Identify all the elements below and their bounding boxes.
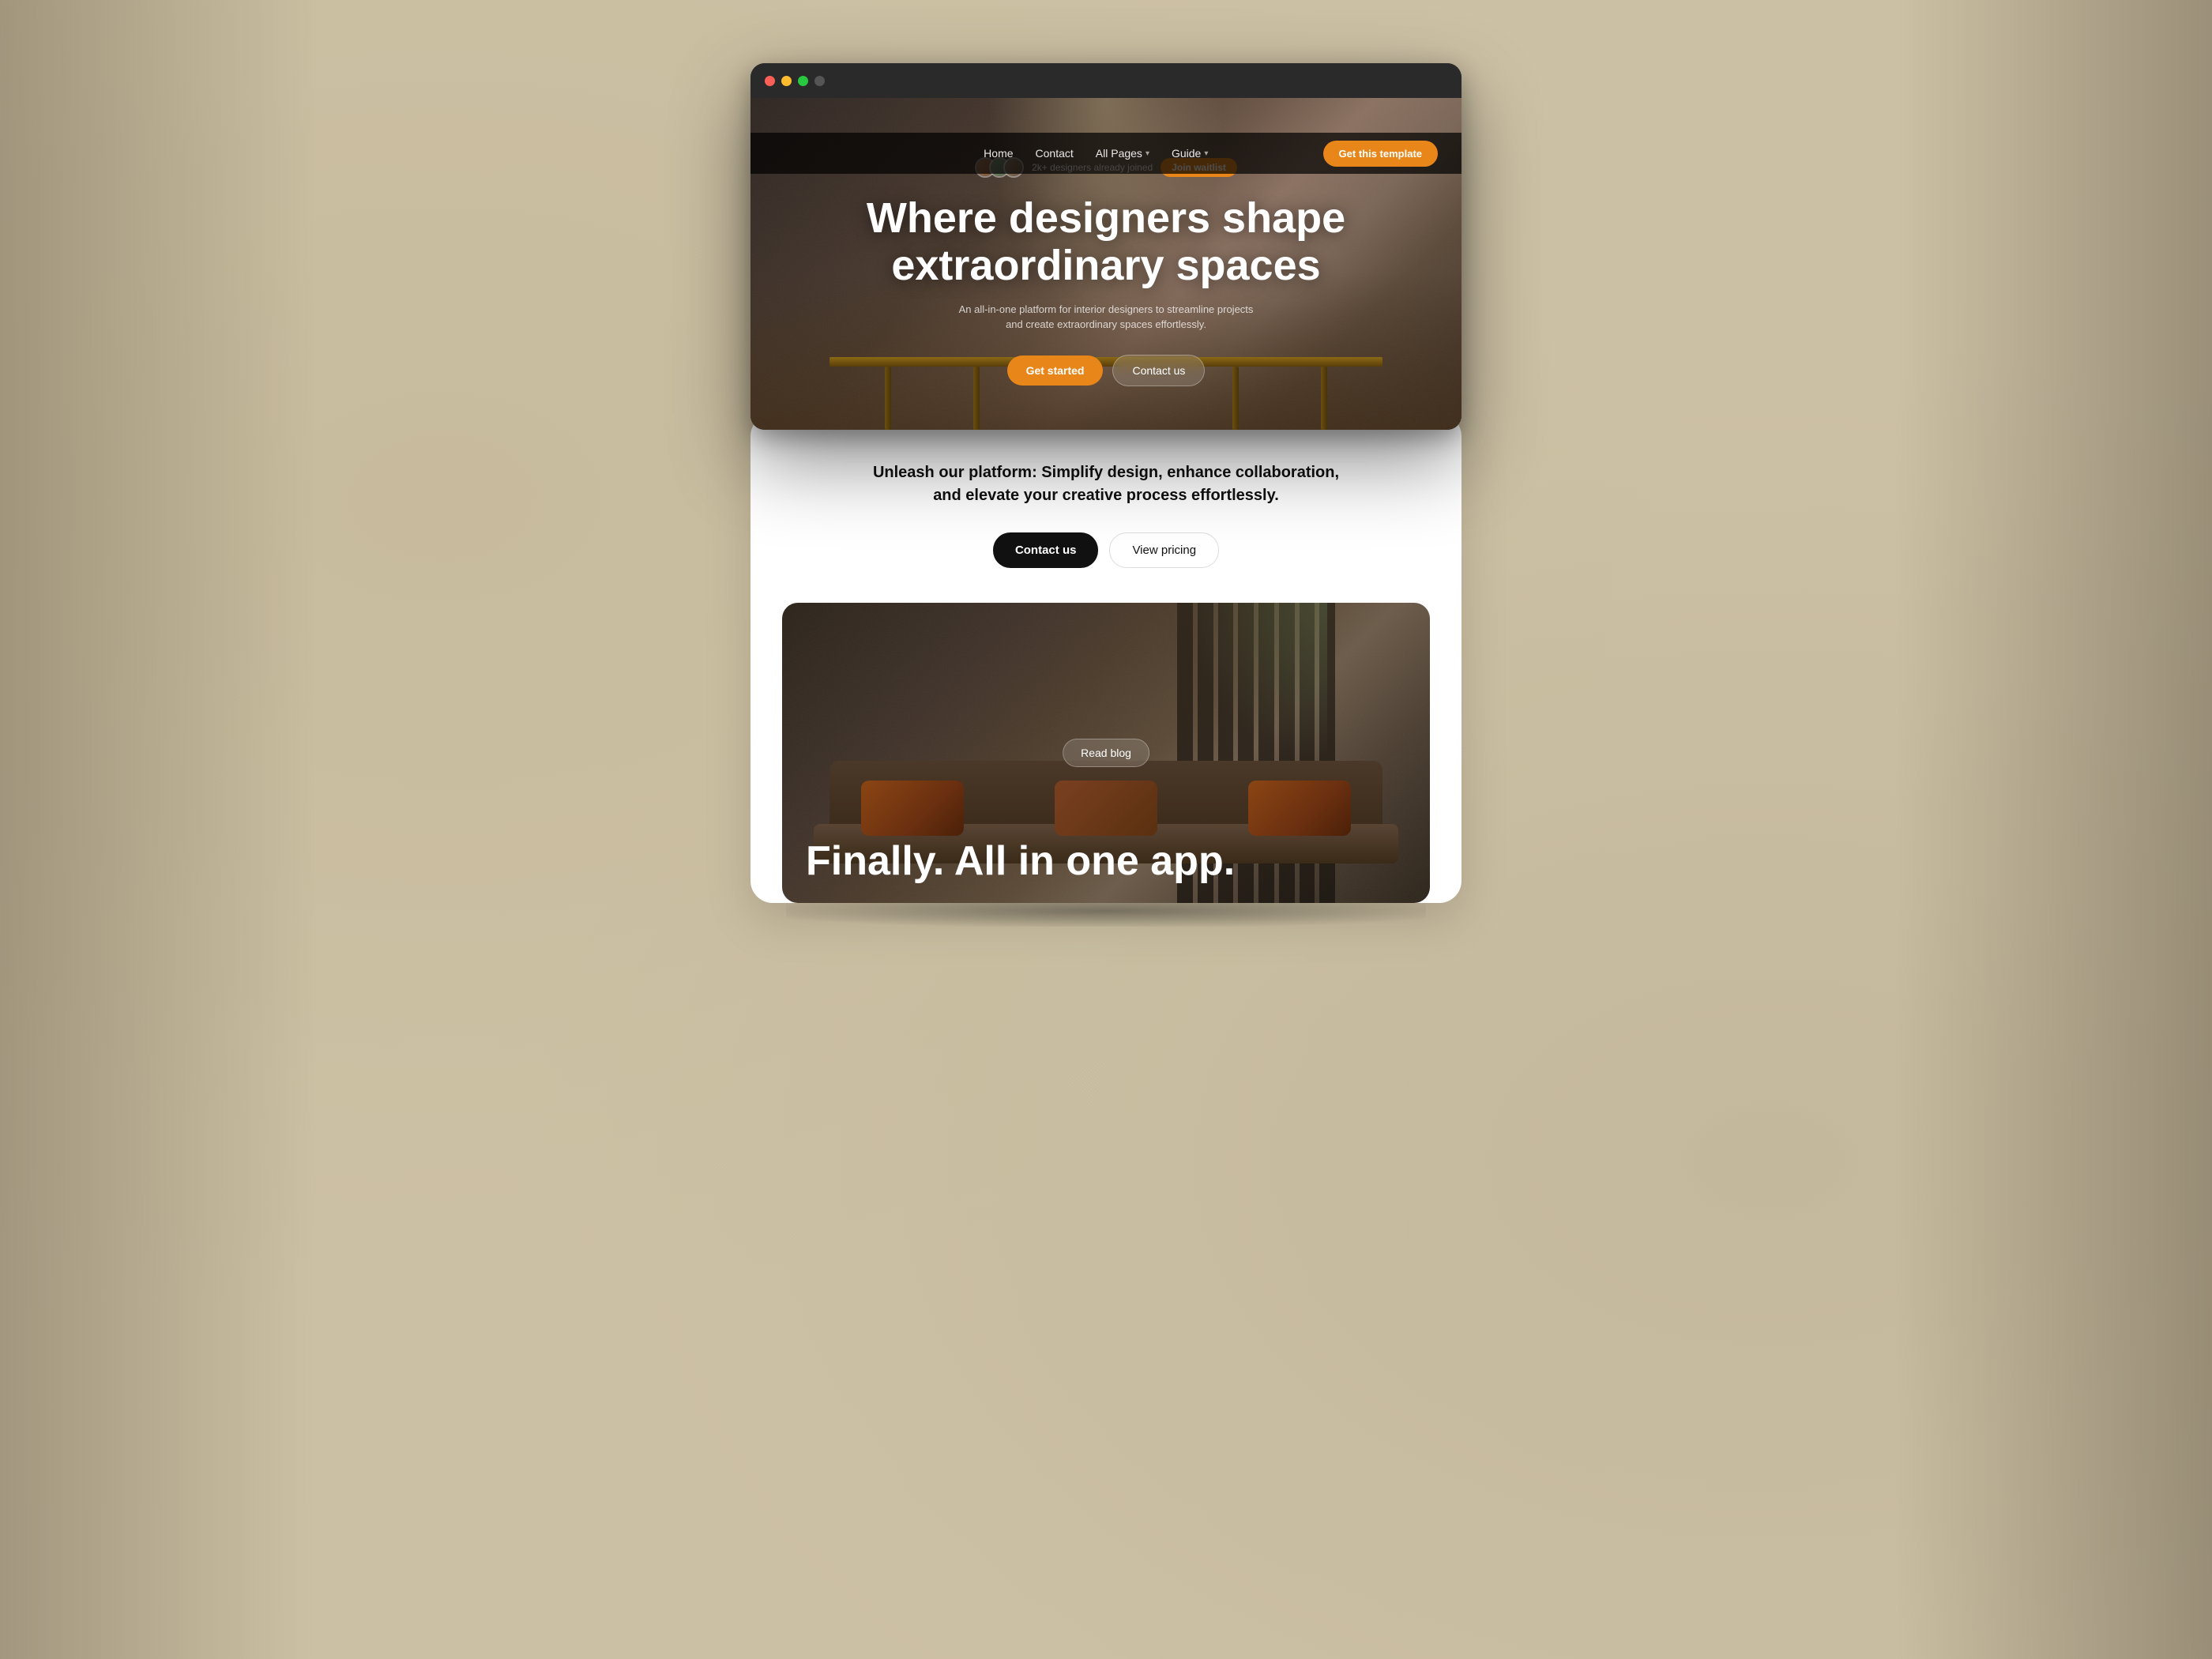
get-template-button[interactable]: Get this template [1323, 141, 1438, 167]
nav-guide[interactable]: Guide ▾ [1172, 147, 1208, 160]
read-blog-button[interactable]: Read blog [1063, 739, 1149, 767]
wall-shadow-left [0, 0, 316, 1659]
browser-titlebar [750, 63, 1462, 98]
dot-green[interactable] [798, 76, 808, 86]
interior-image-section: Read blog Finally. All in one app. [782, 603, 1430, 903]
hero-title: Where designers shape extraordinary spac… [867, 195, 1345, 289]
hero-subtitle: An all-in-one platform for interior desi… [956, 302, 1256, 333]
browser-nav: Home Contact All Pages ▾ Guide ▾ Get thi… [750, 133, 1462, 174]
nav-center: Home Contact All Pages ▾ Guide ▾ [869, 147, 1323, 160]
dot-red[interactable] [765, 76, 775, 86]
wall-shadow-right [1896, 0, 2212, 1659]
dot-inactive [814, 76, 825, 86]
platform-tagline: Unleash our platform: Simplify design, e… [861, 461, 1351, 507]
guide-chevron: ▾ [1204, 149, 1208, 158]
nav-all-pages[interactable]: All Pages ▾ [1096, 147, 1149, 160]
cushion-center [1055, 781, 1157, 836]
contact-us-hero-button[interactable]: Contact us [1112, 355, 1205, 386]
contact-us-button[interactable]: Contact us [993, 532, 1099, 568]
cushion-right [1248, 781, 1351, 836]
hero-section: Home Contact All Pages ▾ Guide ▾ Get thi… [750, 98, 1462, 430]
nav-contact[interactable]: Contact [1036, 147, 1074, 160]
hero-buttons: Get started Contact us [1007, 355, 1206, 386]
all-pages-chevron: ▾ [1146, 149, 1149, 158]
get-started-button[interactable]: Get started [1007, 356, 1104, 386]
browser-mockup: Home Contact All Pages ▾ Guide ▾ Get thi… [750, 63, 1462, 430]
dot-yellow[interactable] [781, 76, 792, 86]
cushion-left [861, 781, 964, 836]
page-container: Home Contact All Pages ▾ Guide ▾ Get thi… [750, 63, 1462, 903]
nav-links: Home Contact All Pages ▾ Guide ▾ [984, 147, 1208, 160]
interior-title: Finally. All in one app. [806, 839, 1406, 884]
view-pricing-button[interactable]: View pricing [1109, 532, 1219, 568]
platform-buttons: Contact us View pricing [782, 532, 1430, 568]
browser-dots [765, 76, 825, 86]
nav-home[interactable]: Home [984, 147, 1013, 160]
white-card: Unleash our platform: Simplify design, e… [750, 414, 1462, 903]
